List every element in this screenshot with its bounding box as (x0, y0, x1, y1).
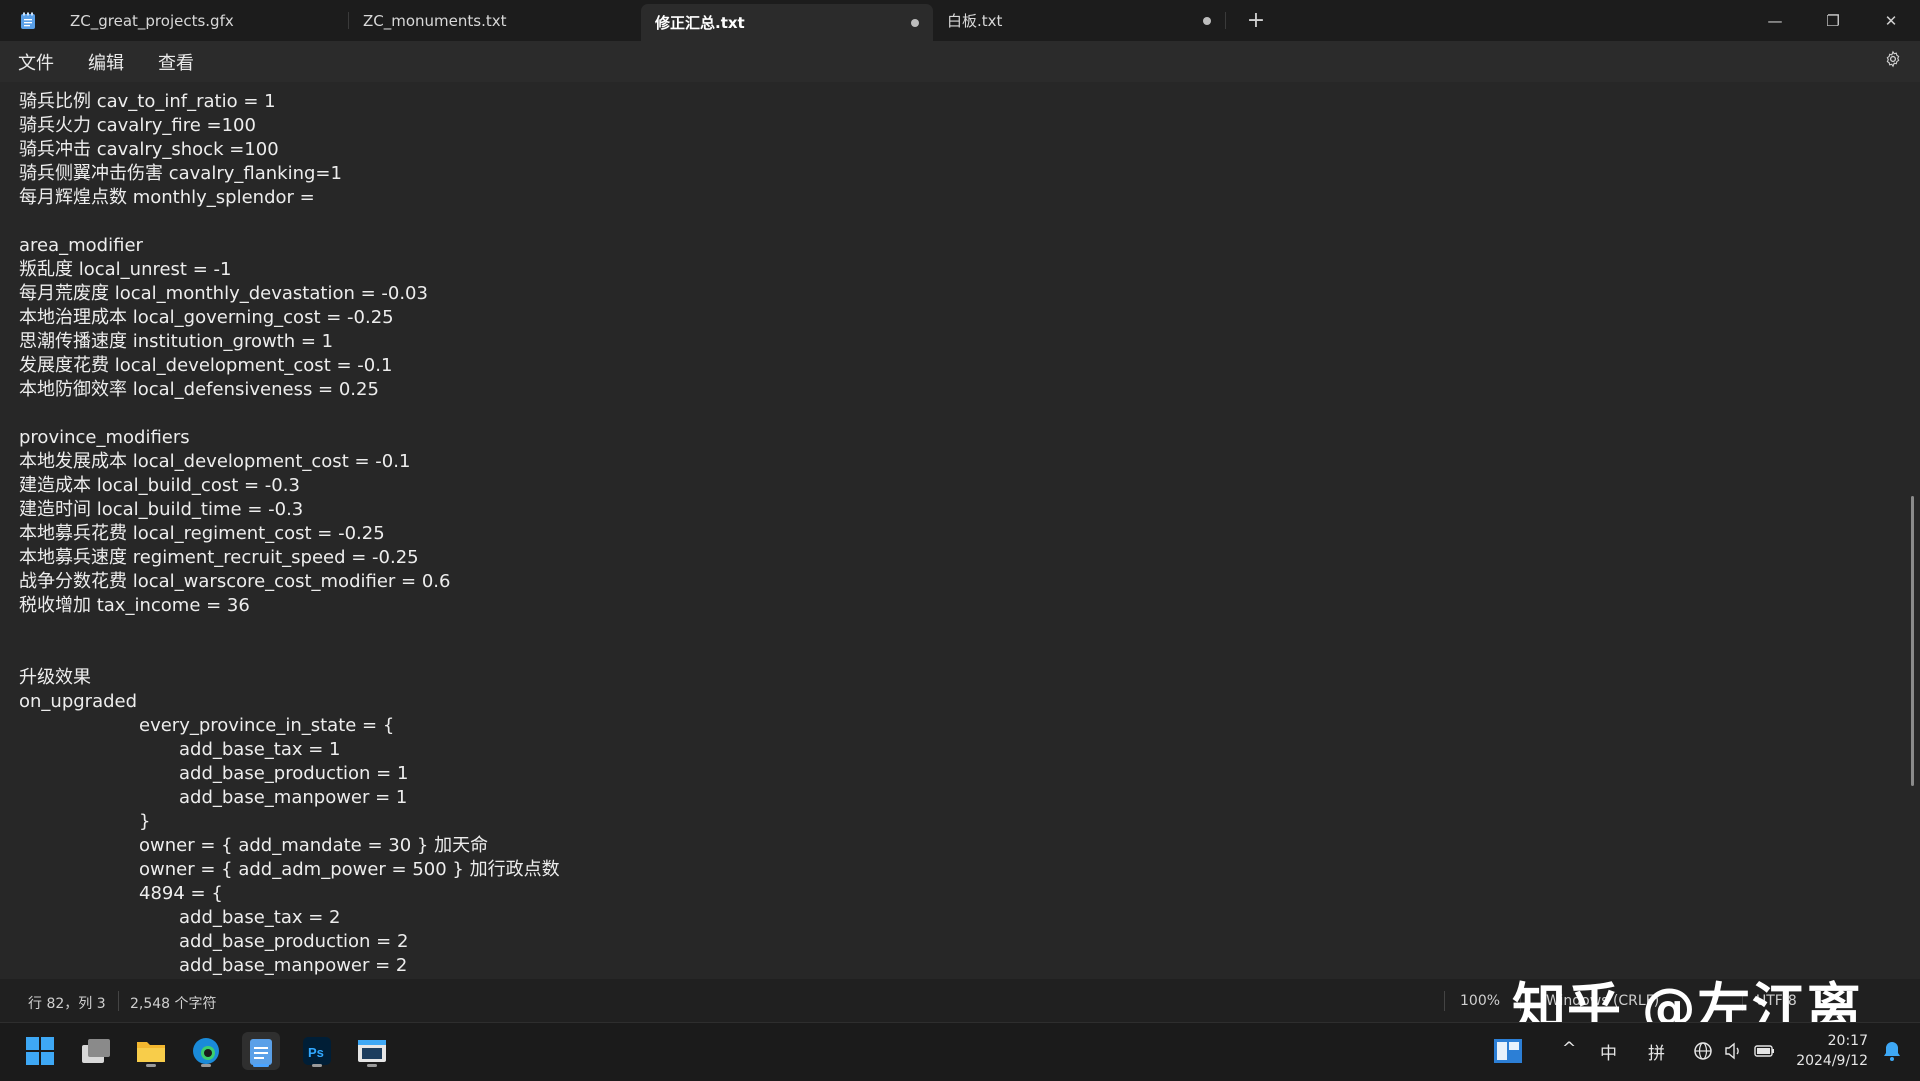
task-view-icon[interactable] (77, 1032, 115, 1070)
editor-line: 升级效果 (19, 667, 91, 688)
new-tab-button[interactable]: + (1226, 0, 1286, 41)
network-globe-icon[interactable] (1693, 1041, 1713, 1066)
editor-line: every_province_in_state = { (139, 715, 395, 736)
notification-bell-icon[interactable] (1873, 1032, 1911, 1070)
volume-icon[interactable] (1723, 1041, 1743, 1066)
editor-line: 骑兵火力 cavalry_fire =100 (19, 115, 256, 136)
running-indicator (146, 1064, 156, 1067)
editor-line: 本地募兵花费 local_regiment_cost = -0.25 (19, 523, 385, 544)
photoshop-icon[interactable]: Ps (298, 1032, 336, 1070)
running-indicator (201, 1064, 211, 1067)
settings-gear-icon[interactable] (1884, 50, 1902, 73)
widget-panel-icon[interactable] (1489, 1032, 1527, 1070)
maximize-button[interactable]: ❐ (1804, 0, 1862, 41)
start-icon[interactable] (21, 1032, 59, 1070)
menu-file[interactable]: 文件 (18, 49, 54, 75)
editor-line: 建造成本 local_build_cost = -0.3 (19, 475, 300, 496)
editor-line: 4894 = { (139, 883, 223, 904)
svg-text:Ps: Ps (308, 1045, 324, 1060)
running-indicator (312, 1064, 322, 1067)
minimize-button[interactable]: — (1746, 0, 1804, 41)
status-divider (118, 991, 119, 1011)
tab-zc-monuments[interactable]: ZC_monuments.txt (349, 0, 641, 41)
file-explorer-icon[interactable] (132, 1032, 170, 1070)
ime-language-indicator[interactable]: 中 (1600, 1039, 1617, 1064)
window-app-icon[interactable] (353, 1032, 391, 1070)
tab-xiuzheng-huizong[interactable]: 修正汇总.txt (641, 4, 933, 41)
menu-edit[interactable]: 编辑 (88, 49, 124, 75)
editor-line: } (139, 811, 151, 832)
notepad-app-icon (0, 0, 56, 41)
menu-bar: 文件 编辑 查看 (0, 41, 1920, 82)
editor-line: area_modifier (19, 235, 143, 256)
editor-line: 思潮传播速度 institution_growth = 1 (19, 331, 334, 352)
menu-view[interactable]: 查看 (158, 49, 194, 75)
vertical-scrollbar-thumb[interactable] (1911, 496, 1914, 786)
ime-mode-indicator[interactable]: 拼 (1648, 1039, 1665, 1064)
editor-line: add_base_tax = 2 (179, 907, 341, 928)
char-count: 2,548 个字符 (130, 996, 217, 1012)
cursor-position: 行 82，列 3 (28, 996, 106, 1012)
clock-date: 2024/9/12 (1796, 1053, 1868, 1069)
editor-line: 本地募兵速度 regiment_recruit_speed = -0.25 (19, 547, 419, 568)
editor-line: 战争分数花费 local_warscore_cost_modifier = 0.… (19, 571, 451, 592)
editor-line: 本地治理成本 local_governing_cost = -0.25 (19, 307, 394, 328)
edge-icon[interactable] (187, 1032, 225, 1070)
editor-line: 骑兵冲击 cavalry_shock =100 (19, 139, 279, 160)
editor-line: add_base_manpower = 1 (179, 787, 408, 808)
tab-baiban[interactable]: 白板.txt (933, 0, 1225, 41)
editor-line: 每月荒废度 local_monthly_devastation = -0.03 (19, 283, 428, 304)
zoom-level[interactable]: 100% (1460, 993, 1500, 1009)
editor-line: 建造时间 local_build_time = -0.3 (19, 499, 304, 520)
close-button[interactable]: ✕ (1862, 0, 1920, 41)
status-divider (1444, 991, 1445, 1011)
tab-zc-great-projects[interactable]: ZC_great_projects.gfx (56, 0, 348, 41)
editor-line: add_base_manpower = 2 (179, 955, 408, 976)
editor-line: on_upgraded (19, 691, 138, 712)
active-indicator (253, 1064, 269, 1067)
editor-line: add_base_production = 1 (179, 763, 409, 784)
editor-line: 税收增加 tax_income = 36 (19, 595, 250, 616)
text-editor[interactable]: 骑兵比例 cav_to_inf_ratio = 1 骑兵火力 cavalry_fi… (0, 82, 1920, 979)
editor-line: add_base_tax = 1 (179, 739, 341, 760)
tab-label: ZC_great_projects.gfx (70, 11, 234, 30)
battery-icon[interactable] (1753, 1041, 1777, 1066)
editor-line: owner = { add_adm_power = 500 } 加行政点数 (139, 859, 560, 880)
editor-line: 本地发展成本 local_development_cost = -0.1 (19, 451, 411, 472)
clock-time: 20:17 (1827, 1033, 1868, 1049)
editor-line: province_modifiers (19, 427, 190, 448)
editor-line: 每月辉煌点数 monthly_splendor = (19, 187, 315, 208)
unsaved-dot-icon[interactable] (911, 18, 919, 27)
running-indicator (367, 1064, 377, 1067)
editor-line: add_base_production = 2 (179, 931, 409, 952)
tab-label: ZC_monuments.txt (363, 11, 507, 30)
show-hidden-icons-chevron[interactable]: ^ (1562, 1039, 1576, 1059)
title-bar: ZC_great_projects.gfx ZC_monuments.txt 修… (0, 0, 1920, 41)
taskbar-clock[interactable]: 20:17 2024/9/12 (1792, 1031, 1868, 1071)
tab-label: 修正汇总.txt (655, 14, 745, 32)
window-controls: — ❐ ✕ (1746, 0, 1920, 41)
taskbar: Ps ^ 中 拼 20:17 2024/9/12 (0, 1022, 1920, 1081)
unsaved-dot-icon[interactable] (1203, 16, 1211, 25)
editor-line: 骑兵侧翼冲击伤害 cavalry_flanking=1 (19, 163, 342, 184)
editor-line: 骑兵比例 cav_to_inf_ratio = 1 (19, 91, 276, 112)
notepad-taskbar-icon[interactable] (242, 1032, 280, 1070)
editor-line: 本地防御效率 local_defensiveness = 0.25 (19, 379, 379, 400)
editor-line: owner = { add_mandate = 30 } 加天命 (139, 835, 489, 856)
editor-line: 叛乱度 local_unrest = -1 (19, 259, 232, 280)
tab-label: 白板.txt (947, 12, 1003, 30)
editor-line: 发展度花费 local_development_cost = -0.1 (19, 355, 393, 376)
